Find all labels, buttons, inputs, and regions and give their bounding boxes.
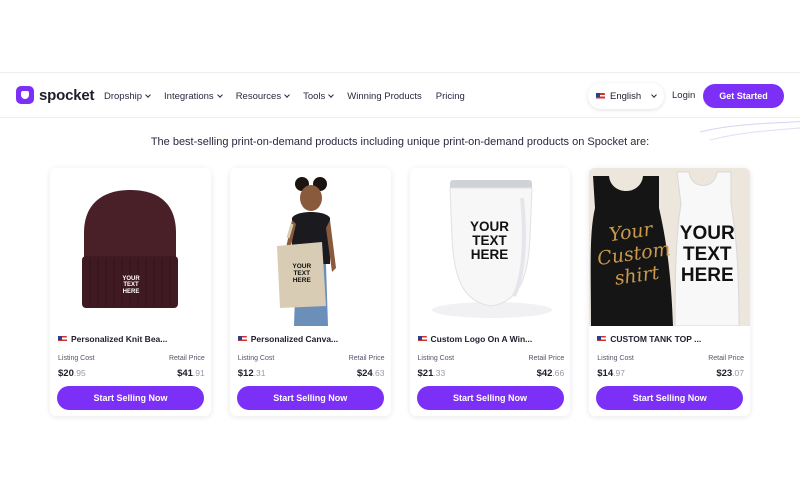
menu-item-label: Resources: [235, 90, 282, 102]
product-name: Personalized Canva...: [237, 334, 385, 344]
start-selling-button[interactable]: Start Selling Now: [236, 386, 384, 410]
main-menu: Dropship Integrations Resources Tools Wi…: [104, 73, 465, 119]
product-image-beanie: YOUR TEXT HERE: [50, 168, 211, 326]
menu-item-label: Tools: [303, 90, 326, 102]
retail-price-value: $24.63: [356, 368, 385, 379]
retail-price-label: Retail Price: [708, 355, 744, 362]
login-link[interactable]: Login: [672, 90, 695, 101]
product-image-text: YOUR TEXT HERE: [292, 263, 312, 284]
chevron-down-icon: [284, 91, 290, 98]
us-flag-icon: [417, 335, 427, 343]
us-flag-icon: [597, 335, 607, 343]
menu-item-tools[interactable]: Tools: [303, 90, 335, 102]
menu-item-winning-products[interactable]: Winning Products: [347, 91, 421, 102]
language-label: English: [610, 90, 642, 102]
retail-price-label: Retail Price: [348, 355, 385, 362]
menu-item-integrations[interactable]: Integrations: [164, 90, 223, 102]
menu-item-label: Winning Products: [347, 90, 422, 102]
chevron-down-icon: [216, 91, 223, 98]
start-selling-button[interactable]: Start Selling Now: [416, 386, 564, 410]
get-started-button[interactable]: Get Started: [703, 84, 784, 108]
listing-cost-label: Listing Cost: [597, 355, 634, 362]
start-selling-button[interactable]: Start Selling Now: [57, 386, 204, 410]
listing-cost-label: Listing Cost: [417, 355, 455, 362]
product-image-text: YOUR TEXT HERE: [679, 223, 735, 286]
us-flag-icon: [58, 335, 67, 343]
menu-item-label: Dropship: [104, 90, 143, 102]
retail-price-value: $42.66: [536, 368, 565, 379]
chevron-down-icon: [651, 91, 658, 98]
product-card[interactable]: YOUR TEXT HERE Personalized Canva... Lis…: [229, 168, 391, 416]
logo[interactable]: spocket: [16, 86, 94, 104]
start-selling-button[interactable]: Start Selling Now: [596, 386, 744, 410]
us-flag-icon: [596, 92, 605, 100]
listing-cost-value: $12.31: [237, 368, 266, 379]
listing-cost-value: $20.95: [58, 368, 86, 379]
retail-price-value: $23.07: [716, 368, 744, 379]
product-grid: YOUR TEXT HERE Personalized Knit Bea... …: [50, 168, 750, 416]
chevron-down-icon: [328, 91, 335, 98]
product-image-tank-tops: Your Custom shirt YOUR TEXT HERE: [589, 168, 750, 326]
product-image-tote: YOUR TEXT HERE: [229, 168, 391, 326]
product-image-script-text: Your Custom shirt: [596, 218, 673, 290]
product-image-text: YOUR TEXT HERE: [469, 219, 509, 263]
menu-item-resources[interactable]: Resources: [235, 90, 290, 102]
language-selector[interactable]: English: [588, 83, 664, 109]
listing-cost-label: Listing Cost: [58, 355, 95, 362]
top-navigation: spocket Dropship Integrations Resources …: [0, 72, 800, 118]
product-name: Custom Logo On A Win...: [417, 334, 565, 344]
menu-item-pricing[interactable]: Pricing: [436, 91, 465, 102]
retail-price-label: Retail Price: [528, 355, 565, 362]
section-subtitle: The best-selling print-on-demand product…: [150, 136, 650, 148]
product-card[interactable]: YOUR TEXT HERE Personalized Knit Bea... …: [50, 168, 211, 416]
logo-text: spocket: [39, 86, 95, 104]
menu-item-label: Integrations: [164, 90, 214, 102]
product-card[interactable]: Your Custom shirt YOUR TEXT HERE CUSTOM …: [589, 168, 750, 416]
product-card[interactable]: YOUR TEXT HERE Custom Logo On A Win... L…: [409, 168, 571, 416]
spocket-logo-icon: [16, 86, 34, 104]
menu-item-dropship[interactable]: Dropship: [104, 90, 151, 102]
listing-cost-label: Listing Cost: [237, 355, 275, 362]
listing-cost-value: $14.97: [597, 368, 625, 379]
chevron-down-icon: [145, 91, 151, 98]
retail-price-label: Retail Price: [168, 355, 205, 362]
product-image-text: YOUR TEXT HERE: [122, 276, 140, 295]
product-image-tumbler: YOUR TEXT HERE: [409, 168, 571, 326]
menu-item-label: Pricing: [435, 90, 465, 102]
retail-price-value: $41.91: [177, 368, 205, 379]
listing-cost-value: $21.33: [417, 368, 446, 379]
product-name: Personalized Knit Bea...: [58, 334, 205, 344]
us-flag-icon: [237, 335, 247, 343]
product-name: CUSTOM TANK TOP ...: [597, 334, 744, 344]
